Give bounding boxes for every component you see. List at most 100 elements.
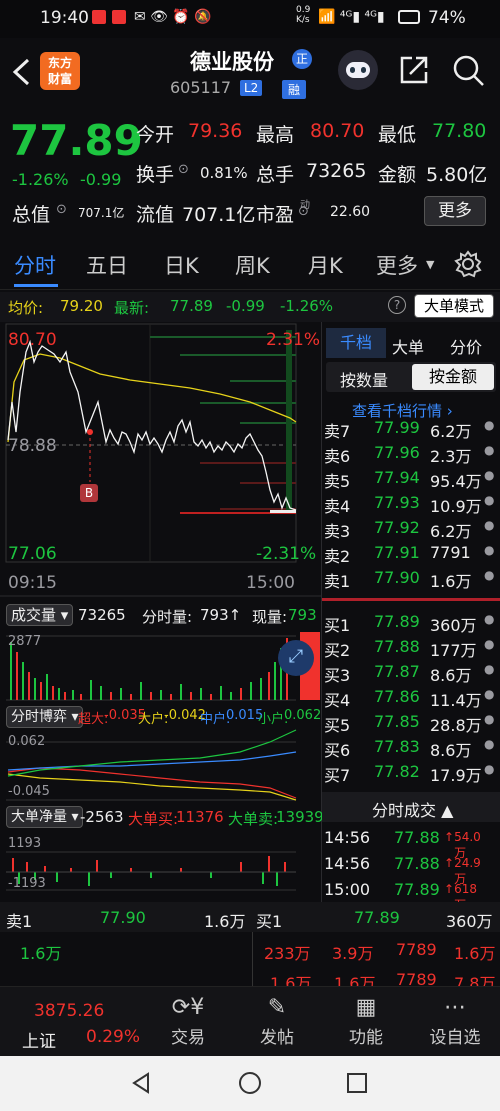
- bid-row[interactable]: 买7 77.82 17.9万 ●: [322, 762, 500, 786]
- assistant-avatar[interactable]: [338, 50, 378, 90]
- price-depth-bars: [150, 330, 296, 514]
- index-value: 3875.26: [34, 1001, 105, 1021]
- status-bar: 19:40 ✉ 👁 ⏰ 🔕 0.9 K/s 📶 ⁴ᴳ▮ ⁴ᴳ▮ 74%: [0, 0, 500, 38]
- settings-icon[interactable]: [454, 250, 482, 278]
- bid-price: 77.85: [374, 712, 420, 731]
- help-icon[interactable]: ?: [388, 296, 406, 314]
- game-min: -0.045: [8, 784, 50, 799]
- tab-qiandang[interactable]: 千档: [326, 328, 386, 358]
- tab-weekly[interactable]: 周K: [235, 250, 270, 280]
- ask-price: 77.99: [374, 418, 420, 437]
- ask-volume: 10.9万: [430, 497, 482, 516]
- ask-row[interactable]: 卖4 77.93 10.9万 ●: [322, 493, 500, 517]
- latest-label: 最新:: [114, 299, 150, 317]
- big-sell-label: 大单卖:: [228, 810, 279, 828]
- edit-icon: ✎: [267, 995, 287, 1020]
- ask-price: 77.96: [374, 443, 420, 462]
- tab-5day[interactable]: 五日: [86, 250, 128, 280]
- tab-more[interactable]: 更多: [376, 250, 418, 280]
- ask-volume: 6.2万: [430, 422, 472, 441]
- turnover-value: 0.81%: [200, 164, 248, 182]
- net-max: 1193: [8, 836, 42, 851]
- tab-daily[interactable]: 日K: [164, 250, 199, 280]
- volume-indicator-select[interactable]: 成交量 ▾: [6, 604, 74, 626]
- bid-price: 77.89: [374, 612, 420, 631]
- trade-time: 14:56: [324, 854, 371, 873]
- info-icon[interactable]: ⊙: [298, 204, 309, 219]
- bid-row[interactable]: 买5 77.85 28.8万 ●: [322, 712, 500, 736]
- net-indicator-select[interactable]: 大单净量 ▾: [6, 806, 84, 828]
- info-icon[interactable]: ⊙: [56, 202, 67, 217]
- post-button[interactable]: ✎ 发帖: [232, 995, 322, 1048]
- intraday-chart[interactable]: 80.70 2.31% 78.88 77.06 -2.31% B 09:15 1…: [0, 322, 324, 902]
- big-buy-value: 11376: [176, 808, 224, 826]
- function-button[interactable]: ▦ 功能: [321, 995, 411, 1048]
- float-value: 707.1亿: [182, 204, 256, 226]
- ask-row[interactable]: 卖3 77.92 6.2万 ●: [322, 518, 500, 542]
- nav-home-icon[interactable]: [238, 1071, 262, 1095]
- trade-time: 14:56: [324, 828, 371, 847]
- big-order-mode-button[interactable]: 大单模式: [414, 294, 494, 318]
- index-widget[interactable]: 3875.26 上证 0.29%: [10, 991, 150, 1053]
- info-icon[interactable]: ⊙: [178, 162, 189, 177]
- chevron-down-icon[interactable]: ▼: [426, 258, 434, 271]
- ask-row[interactable]: 卖7 77.99 6.2万 ●: [322, 418, 500, 442]
- mktcap-value: 707.1亿: [78, 206, 125, 220]
- bid-volume: 8.6万: [430, 741, 472, 760]
- bid-price: 77.82: [374, 762, 420, 781]
- notification-icons: ✉ 👁 ⏰ 🔕: [134, 9, 212, 25]
- ask-row[interactable]: 卖2 77.91 7791 ●: [322, 543, 500, 567]
- sort-by-qty[interactable]: 按数量: [340, 367, 388, 391]
- tab-price-dist[interactable]: 分价: [450, 334, 482, 358]
- nav-back-icon[interactable]: [130, 1072, 152, 1094]
- trade-row: 14:56 77.88 ↑ 24.9万: [322, 854, 500, 886]
- tab-big-order[interactable]: 大单: [392, 334, 424, 358]
- pe-value: 22.60: [330, 204, 371, 220]
- bid-price: 77.88: [374, 637, 420, 656]
- game-indicator-select[interactable]: 分时博弈 ▾: [6, 706, 84, 728]
- ask-row[interactable]: 卖5 77.94 95.4万 ●: [322, 468, 500, 492]
- bid-row[interactable]: 买1 77.89 360万 ●: [322, 612, 500, 636]
- volume-bars: [10, 632, 320, 700]
- ask-row[interactable]: 卖6 77.96 2.3万 ●: [322, 443, 500, 467]
- time-start: 09:15: [8, 573, 57, 593]
- bid-label: 买7: [324, 766, 351, 785]
- tab-intraday[interactable]: 分时: [14, 250, 56, 280]
- brand-logo[interactable]: 东方 财富: [40, 52, 80, 90]
- trades-header[interactable]: 分时成交 ▲: [322, 792, 500, 822]
- trade-volume: ↑ 54.0万: [444, 830, 481, 860]
- buy-marker[interactable]: B: [80, 484, 98, 502]
- price-high-label: 80.70: [8, 330, 57, 350]
- price-summary-bar: 均价: 79.20 最新: 77.89 -0.99 -1.26% ? 大单模式: [0, 292, 500, 322]
- nav-recents-icon[interactable]: [346, 1072, 368, 1094]
- bid-row[interactable]: 买6 77.83 8.6万 ●: [322, 737, 500, 761]
- high-label: 最高: [256, 124, 295, 146]
- bid-row[interactable]: 买3 77.87 8.6万 ●: [322, 662, 500, 686]
- ask-row[interactable]: 卖1 77.90 1.6万 ●: [322, 568, 500, 592]
- buy1-price: 77.89: [354, 908, 400, 927]
- dot-icon: ●: [484, 637, 495, 651]
- bid-row[interactable]: 买2 77.88 177万 ●: [322, 637, 500, 661]
- net-speed: 0.9 K/s: [296, 5, 311, 25]
- add-watchlist-button[interactable]: ⋯ 设自选: [410, 995, 500, 1048]
- expand-icon[interactable]: ⤢: [278, 640, 314, 676]
- sort-by-amount[interactable]: 按金额: [412, 364, 494, 390]
- back-icon[interactable]: [10, 58, 32, 86]
- turnover-label: 换手: [136, 164, 175, 186]
- dot-icon: ●: [484, 712, 495, 726]
- volume-max: 2877: [8, 634, 42, 649]
- bid-row[interactable]: 买4 77.86 11.4万 ●: [322, 687, 500, 711]
- search-icon[interactable]: [452, 54, 486, 88]
- ask-price: 77.94: [374, 468, 420, 487]
- share-icon[interactable]: [398, 54, 430, 86]
- trade-volume: ↑618万: [444, 882, 477, 912]
- more-button[interactable]: 更多: [424, 196, 486, 226]
- queue-c: 7789: [396, 940, 437, 959]
- sell1-label: 卖1: [6, 912, 33, 931]
- queue-b: 3.9万: [332, 944, 374, 963]
- trade-button[interactable]: ⟳¥ 交易: [143, 995, 233, 1048]
- dot-icon: ●: [484, 662, 495, 676]
- price-line: [7, 339, 297, 511]
- trade-row: 15:00 77.89 ↑618万: [322, 880, 500, 912]
- tab-monthly[interactable]: 月K: [308, 250, 343, 280]
